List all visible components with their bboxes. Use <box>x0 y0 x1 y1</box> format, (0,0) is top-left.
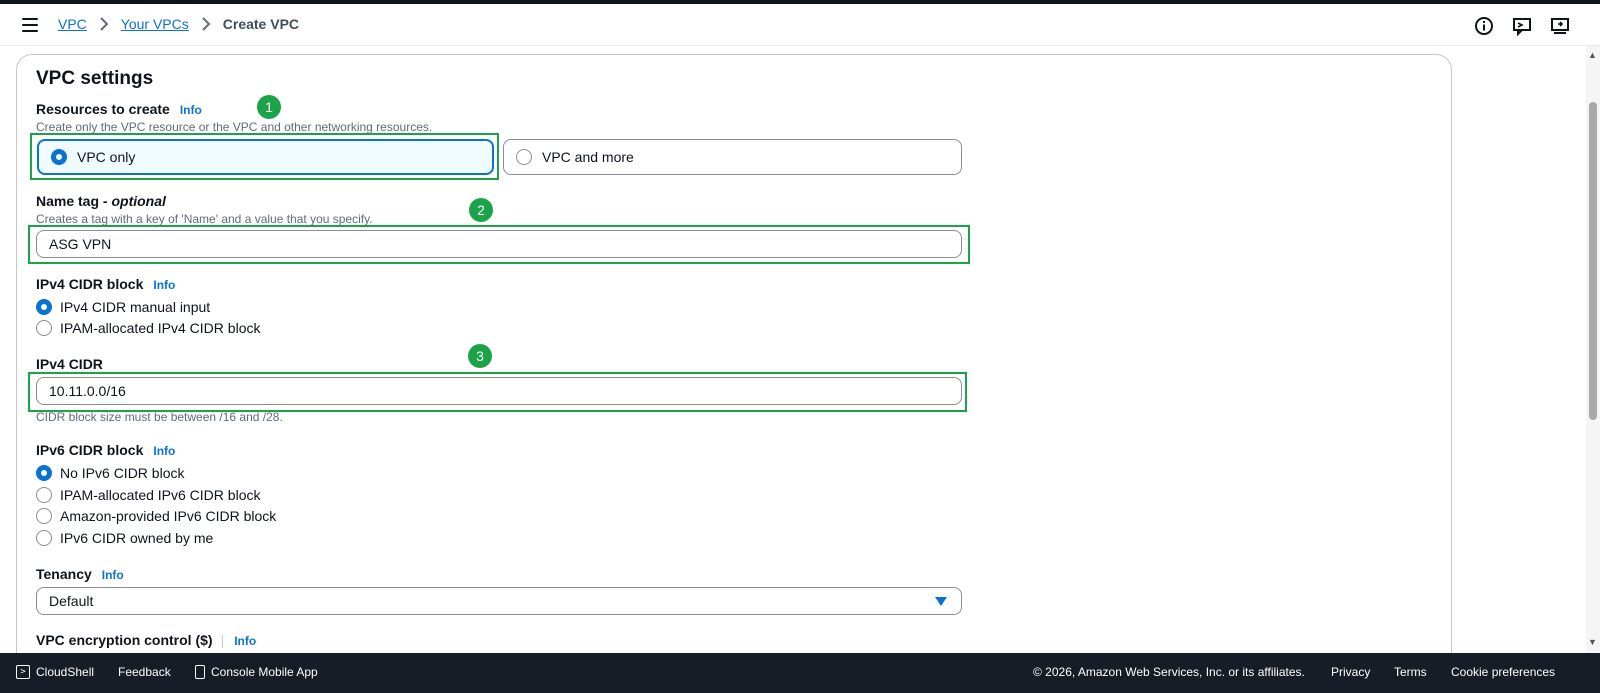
header-bar: VPC Your VPCs Create VPC <box>0 4 1600 46</box>
page-scrollbar[interactable]: ▲ ▼ <box>1586 46 1600 653</box>
tenancy-label: Tenancy Info <box>36 566 124 582</box>
chevron-right-icon <box>100 17 109 31</box>
annotation-highlight-3 <box>28 372 967 412</box>
ipv6-none-option[interactable]: No IPv6 CIDR block <box>36 465 184 481</box>
ipv4-block-info-link[interactable]: Info <box>153 278 175 292</box>
vpc-and-more-label: VPC and more <box>542 149 634 165</box>
mobile-phone-icon <box>195 665 205 679</box>
chevron-right-icon <box>202 17 211 31</box>
ipv6-amazon-option[interactable]: Amazon-provided IPv6 CIDR block <box>36 508 276 524</box>
vpc-and-more-radio[interactable] <box>516 149 532 165</box>
privacy-link[interactable]: Privacy <box>1331 665 1370 679</box>
breadcrumb-vpc[interactable]: VPC <box>58 16 87 32</box>
annotation-highlight-2 <box>28 225 970 264</box>
ipv6-owned-radio[interactable] <box>36 530 52 546</box>
support-icon[interactable] <box>1550 16 1570 36</box>
ipv6-ipam-radio[interactable] <box>36 487 52 503</box>
ipv6-block-info-link[interactable]: Info <box>153 444 175 458</box>
vpc-and-more-tile[interactable]: VPC and more <box>503 139 962 175</box>
feedback-icon[interactable] <box>1512 16 1532 36</box>
encryption-control-label: VPC encryption control ($) | Info <box>36 632 257 648</box>
scrollbar-thumb[interactable] <box>1589 102 1597 420</box>
mobile-app-link[interactable]: Console Mobile App <box>195 665 318 679</box>
feedback-link[interactable]: Feedback <box>118 665 171 679</box>
tenancy-select[interactable]: Default <box>36 587 962 615</box>
resources-info-link[interactable]: Info <box>180 103 202 117</box>
ipv4-manual-option[interactable]: IPv4 CIDR manual input <box>36 299 210 315</box>
breadcrumb-your-vpcs[interactable]: Your VPCs <box>121 16 189 32</box>
scroll-down-arrow-icon[interactable]: ▼ <box>1588 637 1597 647</box>
breadcrumb: VPC Your VPCs Create VPC <box>58 16 299 32</box>
resources-label: Resources to create Info <box>36 101 202 117</box>
name-tag-label: Name tag - optional <box>36 193 166 209</box>
tenancy-info-link[interactable]: Info <box>102 568 124 582</box>
ipv6-ipam-option[interactable]: IPAM-allocated IPv6 CIDR block <box>36 487 260 503</box>
ipv4-cidr-hint: CIDR block size must be between /16 and … <box>36 410 283 424</box>
annotation-highlight-1 <box>30 133 499 180</box>
annotation-badge-1: 1 <box>257 95 281 119</box>
ipv6-none-radio[interactable] <box>36 465 52 481</box>
breadcrumb-current: Create VPC <box>222 16 300 32</box>
ipv4-ipam-option[interactable]: IPAM-allocated IPv4 CIDR block <box>36 320 260 336</box>
resources-description: Create only the VPC resource or the VPC … <box>36 120 433 134</box>
annotation-badge-3: 3 <box>468 344 492 368</box>
ipv6-amazon-radio[interactable] <box>36 508 52 524</box>
hamburger-menu-icon[interactable] <box>22 18 38 32</box>
name-tag-description: Creates a tag with a key of 'Name' and a… <box>36 212 373 226</box>
tenancy-value: Default <box>49 593 94 609</box>
panel-title: VPC settings <box>36 68 154 89</box>
cookie-preferences-link[interactable]: Cookie preferences <box>1451 665 1555 679</box>
ipv4-cidr-block-label: IPv4 CIDR block Info <box>36 276 176 292</box>
ipv6-owned-option[interactable]: IPv6 CIDR owned by me <box>36 530 213 546</box>
terms-link[interactable]: Terms <box>1394 665 1427 679</box>
copyright-text: © 2026, Amazon Web Services, Inc. or its… <box>1033 665 1305 679</box>
header-icon-group <box>1474 16 1570 36</box>
ipv6-cidr-block-label: IPv6 CIDR block Info <box>36 442 176 458</box>
console-footer: > CloudShell Feedback Console Mobile App … <box>0 653 1600 693</box>
scroll-up-arrow-icon[interactable]: ▲ <box>1588 50 1597 60</box>
cloudshell-link[interactable]: > CloudShell <box>16 665 94 679</box>
info-circle-icon[interactable] <box>1474 16 1494 36</box>
cloudshell-icon: > <box>16 665 30 679</box>
encryption-info-link[interactable]: Info <box>234 634 256 648</box>
ipv4-manual-radio[interactable] <box>36 299 52 315</box>
ipv4-ipam-radio[interactable] <box>36 320 52 336</box>
ipv4-cidr-label: IPv4 CIDR <box>36 356 103 372</box>
annotation-badge-2: 2 <box>469 198 493 222</box>
caret-down-icon <box>935 597 947 606</box>
